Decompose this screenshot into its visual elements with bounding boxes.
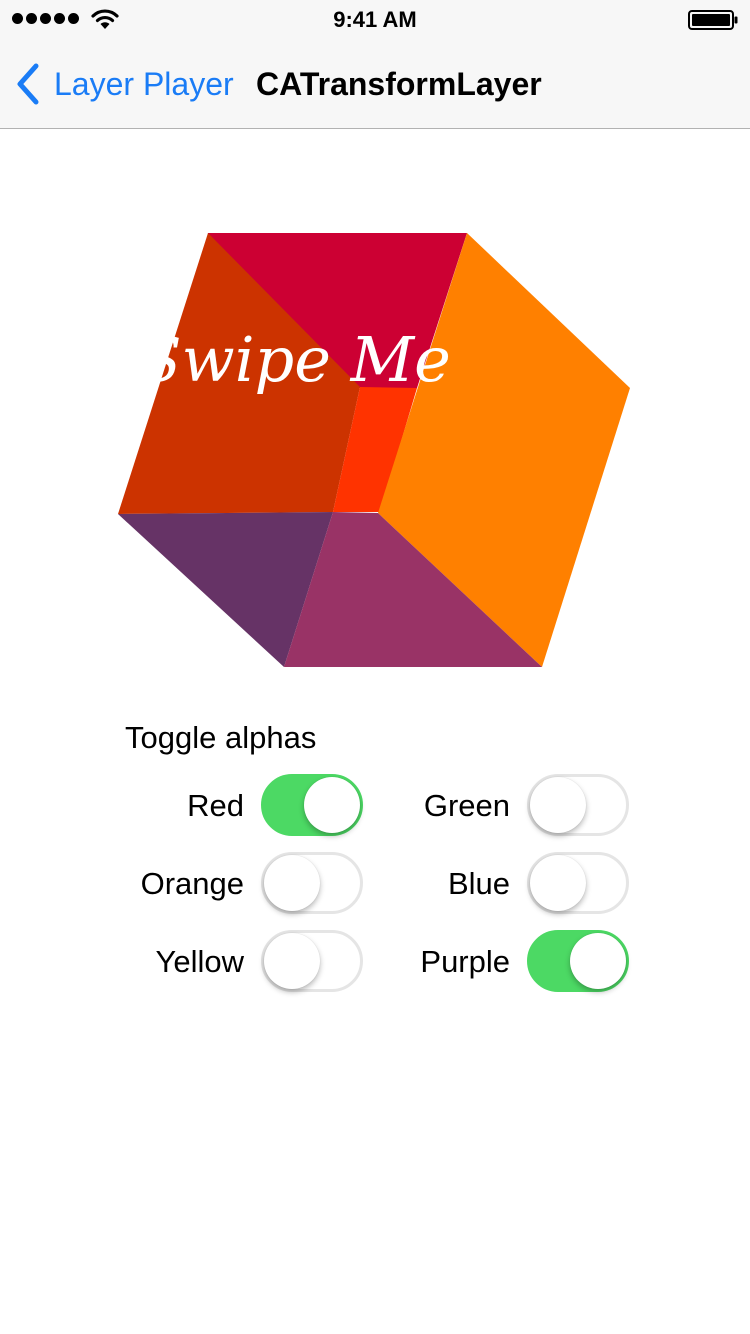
toggle-switch-green[interactable] — [527, 774, 629, 836]
back-button-label: Layer Player — [54, 65, 234, 102]
swipe-me-label: Swipe Me — [139, 323, 451, 396]
switch-knob — [570, 933, 626, 989]
status-time: 9:41 AM — [333, 7, 417, 32]
switch-knob — [530, 855, 586, 911]
toggle-label-yellow: Yellow — [155, 944, 244, 979]
toggle-label-orange: Orange — [140, 866, 244, 901]
navigation-bar: Layer Player CATransformLayer — [0, 40, 750, 129]
transform-layer-cube[interactable]: Swipe Me — [0, 129, 750, 689]
toggle-label-blue: Blue — [447, 866, 510, 901]
back-button[interactable]: Layer Player — [14, 60, 234, 108]
switch-knob — [530, 777, 586, 833]
toggle-switch-purple[interactable] — [527, 930, 629, 992]
battery-icon — [688, 10, 738, 30]
toggle-label-purple: Purple — [420, 944, 510, 979]
toggle-alphas-heading: Toggle alphas — [125, 720, 317, 755]
status-bar: 9:41 AM — [0, 0, 750, 40]
toggle-label-green: Green — [423, 788, 510, 823]
toggle-label-red: Red — [187, 788, 244, 823]
page-title: CATransformLayer — [256, 66, 542, 102]
toggle-switch-blue[interactable] — [527, 852, 629, 914]
chevron-left-icon — [17, 63, 39, 105]
